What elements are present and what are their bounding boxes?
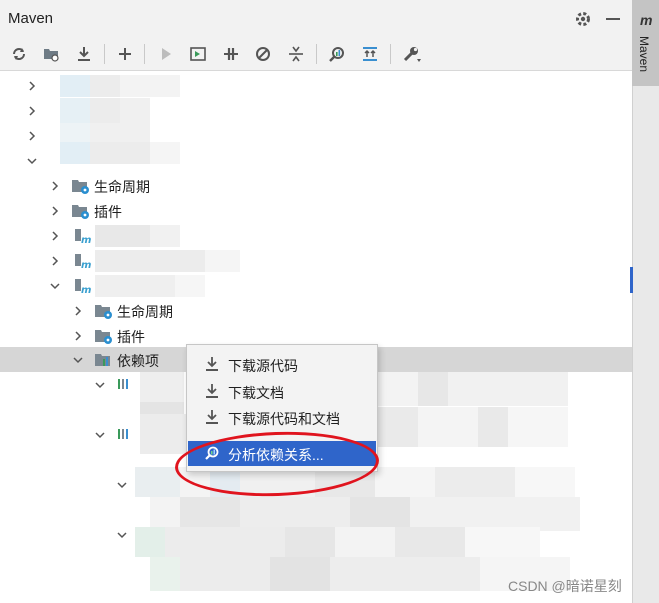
redacted-block [60, 98, 150, 124]
add-folder-icon[interactable] [40, 43, 62, 65]
download-icon [206, 357, 218, 371]
tree-label: 插件 [117, 329, 145, 345]
redacted-block [140, 414, 186, 454]
redacted-block [60, 142, 180, 164]
tree-row-dependency[interactable] [0, 497, 632, 531]
tool-window-title: Maven [8, 10, 54, 27]
download-icon [206, 410, 218, 424]
tree-row-lifecycle[interactable]: 生命周期 [0, 298, 632, 323]
right-tool-strip [632, 0, 659, 603]
tree-label: 生命周期 [94, 179, 150, 195]
chevron-down-icon[interactable] [116, 479, 128, 491]
chevron-right-icon[interactable] [49, 255, 61, 267]
svg-text:m: m [81, 285, 91, 295]
chevron-down-icon[interactable] [94, 379, 106, 391]
chevron-right-icon[interactable] [72, 305, 84, 317]
redacted-block [135, 527, 540, 557]
redacted-block [150, 557, 570, 591]
maven-module-icon: m [75, 279, 91, 295]
settings-wrench-icon[interactable] [401, 43, 423, 65]
tree-row[interactable] [0, 73, 632, 98]
chevron-down-icon[interactable] [49, 280, 61, 292]
plugins-folder-icon [95, 330, 112, 344]
library-icon [118, 379, 128, 389]
chevron-right-icon[interactable] [26, 80, 38, 92]
svg-text:m: m [81, 260, 91, 270]
watermark: CSDN @暗诺星刻 [508, 578, 622, 594]
plugins-folder-icon [72, 205, 89, 219]
menu-item-download-sources-and-docs[interactable]: 下载源代码和文档 [188, 405, 376, 430]
library-icon [118, 429, 128, 439]
tree-row[interactable] [0, 98, 632, 124]
tree-row-dependency[interactable] [0, 522, 632, 557]
tool-window-header: Maven [0, 0, 632, 38]
maven-project-tree: 生命周期 插件 m m m 生命周期 插件 依赖项 [0, 71, 633, 603]
scrollbar-thumb[interactable] [630, 267, 633, 293]
menu-item-download-docs[interactable]: 下载文档 [188, 379, 376, 404]
download-icon[interactable] [73, 43, 95, 65]
chevron-down-icon[interactable] [26, 155, 38, 167]
lifecycle-folder-icon [72, 180, 89, 194]
tree-row[interactable] [0, 142, 632, 173]
chevron-right-icon[interactable] [26, 130, 38, 142]
maven-module-icon: m [75, 229, 91, 245]
menu-item-label: 下载源代码 [228, 358, 298, 374]
redacted-block [60, 75, 180, 97]
menu-item-download-sources[interactable]: 下载源代码 [188, 352, 376, 377]
redacted-block [378, 372, 568, 406]
download-icon [206, 384, 218, 398]
tree-label: 依赖项 [117, 353, 159, 369]
tree-label: 生命周期 [117, 304, 173, 320]
chevron-right-icon[interactable] [49, 230, 61, 242]
toolbar [0, 38, 632, 71]
redacted-block [378, 407, 568, 447]
chevron-right-icon[interactable] [26, 105, 38, 117]
tree-row-module[interactable]: m [0, 223, 632, 248]
reload-icon[interactable] [8, 43, 30, 65]
toggle-offline-icon[interactable] [220, 43, 242, 65]
add-icon[interactable] [114, 43, 136, 65]
collapse-all-icon[interactable] [285, 43, 307, 65]
tree-row-module[interactable]: m [0, 273, 632, 298]
chevron-right-icon[interactable] [49, 180, 61, 192]
analyze-dependencies-icon[interactable] [326, 43, 348, 65]
minimize-icon[interactable] [606, 18, 620, 20]
chevron-right-icon[interactable] [49, 205, 61, 217]
svg-text:m: m [81, 235, 91, 245]
maven-tab-glyph: m [640, 12, 653, 28]
redacted-block [95, 250, 240, 272]
gear-icon[interactable] [574, 10, 592, 28]
chevron-down-icon[interactable] [94, 429, 106, 441]
tree-row-plugins[interactable]: 插件 [0, 198, 632, 223]
menu-item-label: 下载源代码和文档 [228, 411, 340, 427]
lifecycle-folder-icon [95, 305, 112, 319]
maven-tab-label[interactable]: Maven [637, 36, 651, 72]
redacted-block [95, 225, 180, 247]
maven-module-icon: m [75, 254, 91, 270]
tree-label: 插件 [94, 204, 122, 220]
tree-row-lifecycle[interactable]: 生命周期 [0, 173, 632, 198]
chevron-down-icon[interactable] [72, 354, 84, 366]
menu-item-label: 下载文档 [228, 385, 284, 401]
show-dependencies-icon[interactable] [359, 43, 381, 65]
dependencies-folder-icon [95, 354, 110, 366]
tree-row-module[interactable]: m [0, 248, 632, 273]
skip-tests-icon[interactable] [252, 43, 274, 65]
redacted-block [95, 275, 205, 297]
run-icon[interactable] [155, 43, 177, 65]
chevron-right-icon[interactable] [72, 330, 84, 342]
chevron-down-icon[interactable] [116, 529, 128, 541]
execute-goal-icon[interactable] [187, 43, 209, 65]
